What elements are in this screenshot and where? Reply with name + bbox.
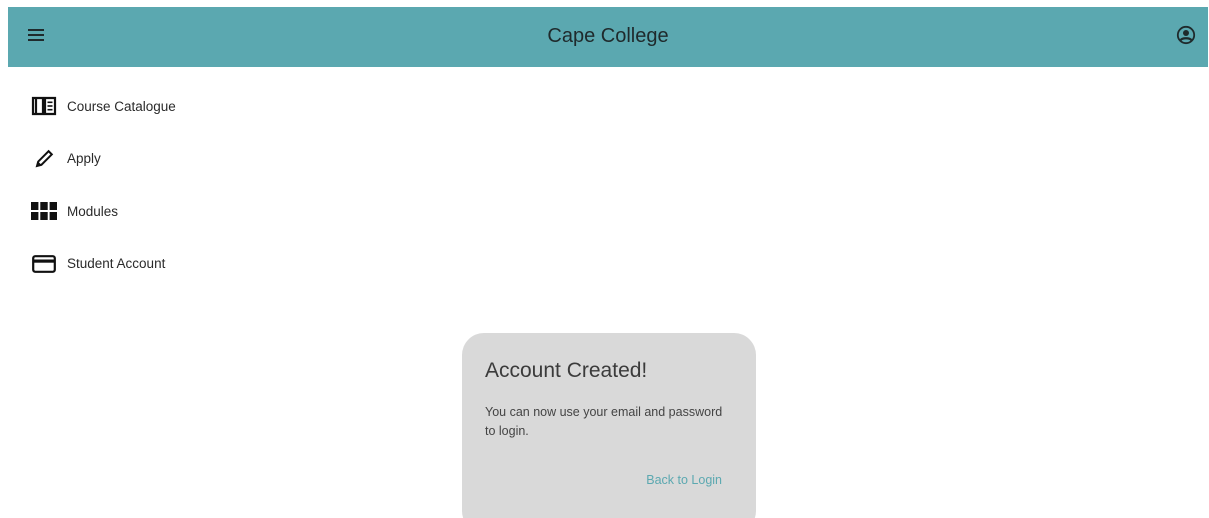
hamburger-menu-icon	[28, 28, 44, 46]
grid-icon	[30, 199, 58, 223]
sidebar-item-course-catalogue[interactable]: Course Catalogue	[20, 80, 320, 133]
sidebar-item-label: Apply	[67, 151, 101, 167]
app-title: Cape College	[547, 25, 669, 47]
pencil-icon	[30, 147, 58, 171]
page: Cape College Course Catalogue Apply Modu…	[0, 0, 1209, 518]
account-created-dialog: Account Created! You can now use your em…	[462, 333, 756, 518]
book-icon	[30, 94, 58, 118]
account-button[interactable]	[1170, 21, 1202, 53]
sidebar-item-modules[interactable]: Modules	[20, 185, 320, 238]
sidebar-nav: Course Catalogue Apply Modules Student A…	[20, 80, 320, 290]
account-circle-icon	[1176, 25, 1196, 50]
sidebar-item-apply[interactable]: Apply	[20, 133, 320, 186]
dialog-title: Account Created!	[485, 359, 648, 382]
sidebar-item-label: Modules	[67, 203, 119, 219]
menu-button[interactable]	[20, 21, 52, 53]
sidebar-item-label: Course Catalogue	[67, 98, 176, 114]
credit-card-icon	[30, 252, 58, 276]
back-to-login-button[interactable]: Back to Login	[646, 473, 722, 487]
dialog-message: You can now use your email and password …	[485, 405, 723, 438]
sidebar-item-label: Student Account	[67, 256, 166, 272]
sidebar-item-student-account[interactable]: Student Account	[20, 238, 320, 291]
app-bar: Cape College	[8, 7, 1208, 67]
